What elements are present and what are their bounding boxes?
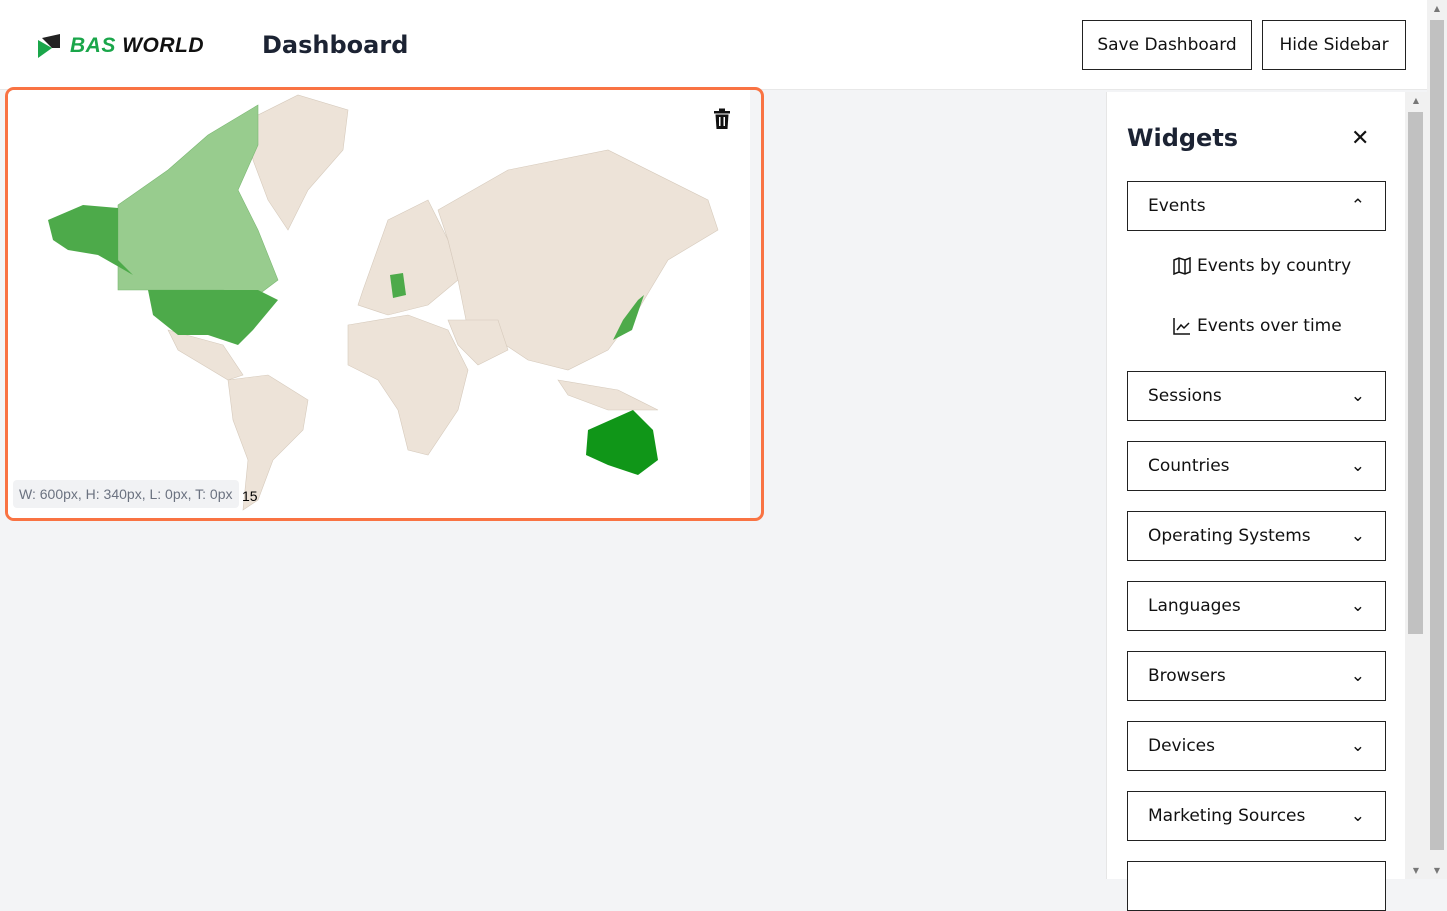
widget-events-by-country[interactable]: Events by country [1173, 256, 1351, 276]
map-icon [1173, 257, 1191, 275]
map-count-label: 15 [242, 488, 258, 504]
accordion-browsers[interactable]: Browsers ⌄ [1127, 651, 1386, 701]
map-usa [148, 290, 278, 345]
scroll-up-icon[interactable]: ▲ [1405, 96, 1427, 105]
logo[interactable]: BAS WORLD [38, 34, 204, 58]
chevron-down-icon: ⌄ [1350, 666, 1365, 686]
chevron-down-icon: ⌄ [1350, 736, 1365, 756]
widget-dimensions: W: 600px, H: 340px, L: 0px, T: 0px [13, 480, 239, 508]
events-by-country-widget[interactable]: W: 600px, H: 340px, L: 0px, T: 0px 15 [5, 87, 764, 521]
accordion-label: Marketing Sources [1148, 806, 1306, 826]
scroll-up-icon[interactable]: ▲ [1427, 4, 1447, 13]
accordion-label: Countries [1148, 456, 1230, 476]
map-greenland [247, 94, 349, 231]
hide-sidebar-button[interactable]: Hide Sidebar [1262, 20, 1406, 70]
accordion-events[interactable]: Events ⌃ [1127, 181, 1386, 231]
scroll-down-icon[interactable]: ▼ [1427, 866, 1447, 875]
widget-label: Events over time [1197, 316, 1342, 336]
close-icon[interactable]: ✕ [1351, 126, 1369, 151]
chevron-down-icon: ⌄ [1350, 526, 1365, 546]
map-africa [347, 314, 469, 456]
logo-text: BAS WORLD [70, 34, 205, 57]
map-canada [117, 104, 279, 296]
accordion-languages[interactable]: Languages ⌄ [1127, 581, 1386, 631]
header: BAS WORLD Dashboard Save Dashboard Hide … [0, 0, 1427, 90]
chevron-up-icon: ⌃ [1350, 196, 1365, 216]
world-map[interactable] [8, 90, 750, 518]
logo-icon [38, 34, 60, 58]
scroll-down-icon[interactable]: ▼ [1405, 866, 1427, 875]
chevron-down-icon: ⌄ [1350, 386, 1365, 406]
page-title: Dashboard [262, 31, 409, 59]
sidebar-scroll-thumb[interactable] [1408, 112, 1423, 634]
widgets-sidebar: Widgets ✕ Events ⌃ Events by country Even… [1106, 92, 1405, 911]
accordion-marketing-sources[interactable]: Marketing Sources ⌄ [1127, 791, 1386, 841]
accordion-countries[interactable]: Countries ⌄ [1127, 441, 1386, 491]
chevron-down-icon: ⌄ [1350, 456, 1365, 476]
map-indonesia [557, 379, 659, 411]
map-australia [586, 410, 658, 475]
sidebar-title: Widgets [1127, 124, 1239, 152]
chevron-down-icon: ⌄ [1350, 806, 1365, 826]
accordion-label: Browsers [1148, 666, 1226, 686]
page-scrollbar[interactable]: ▲ ▼ [1427, 0, 1447, 879]
accordion-sessions[interactable]: Sessions ⌄ [1127, 371, 1386, 421]
accordion-next[interactable] [1127, 861, 1386, 911]
chevron-down-icon: ⌄ [1350, 596, 1365, 616]
widget-events-over-time[interactable]: Events over time [1173, 316, 1342, 336]
accordion-label: Sessions [1148, 386, 1222, 406]
accordion-label: Languages [1148, 596, 1241, 616]
accordion-devices[interactable]: Devices ⌄ [1127, 721, 1386, 771]
map-south-america [227, 374, 309, 511]
accordion-operating-systems[interactable]: Operating Systems ⌄ [1127, 511, 1386, 561]
trash-icon[interactable] [713, 108, 731, 130]
page-scroll-thumb[interactable] [1430, 20, 1444, 850]
save-dashboard-button[interactable]: Save Dashboard [1082, 20, 1252, 70]
sidebar-scrollbar[interactable]: ▲ ▼ [1405, 92, 1427, 879]
widget-label: Events by country [1197, 256, 1352, 276]
accordion-label: Events [1148, 196, 1206, 216]
accordion-label: Devices [1148, 736, 1215, 756]
accordion-label: Operating Systems [1148, 526, 1311, 546]
line-chart-icon [1173, 318, 1190, 335]
world-map-svg [48, 94, 719, 511]
